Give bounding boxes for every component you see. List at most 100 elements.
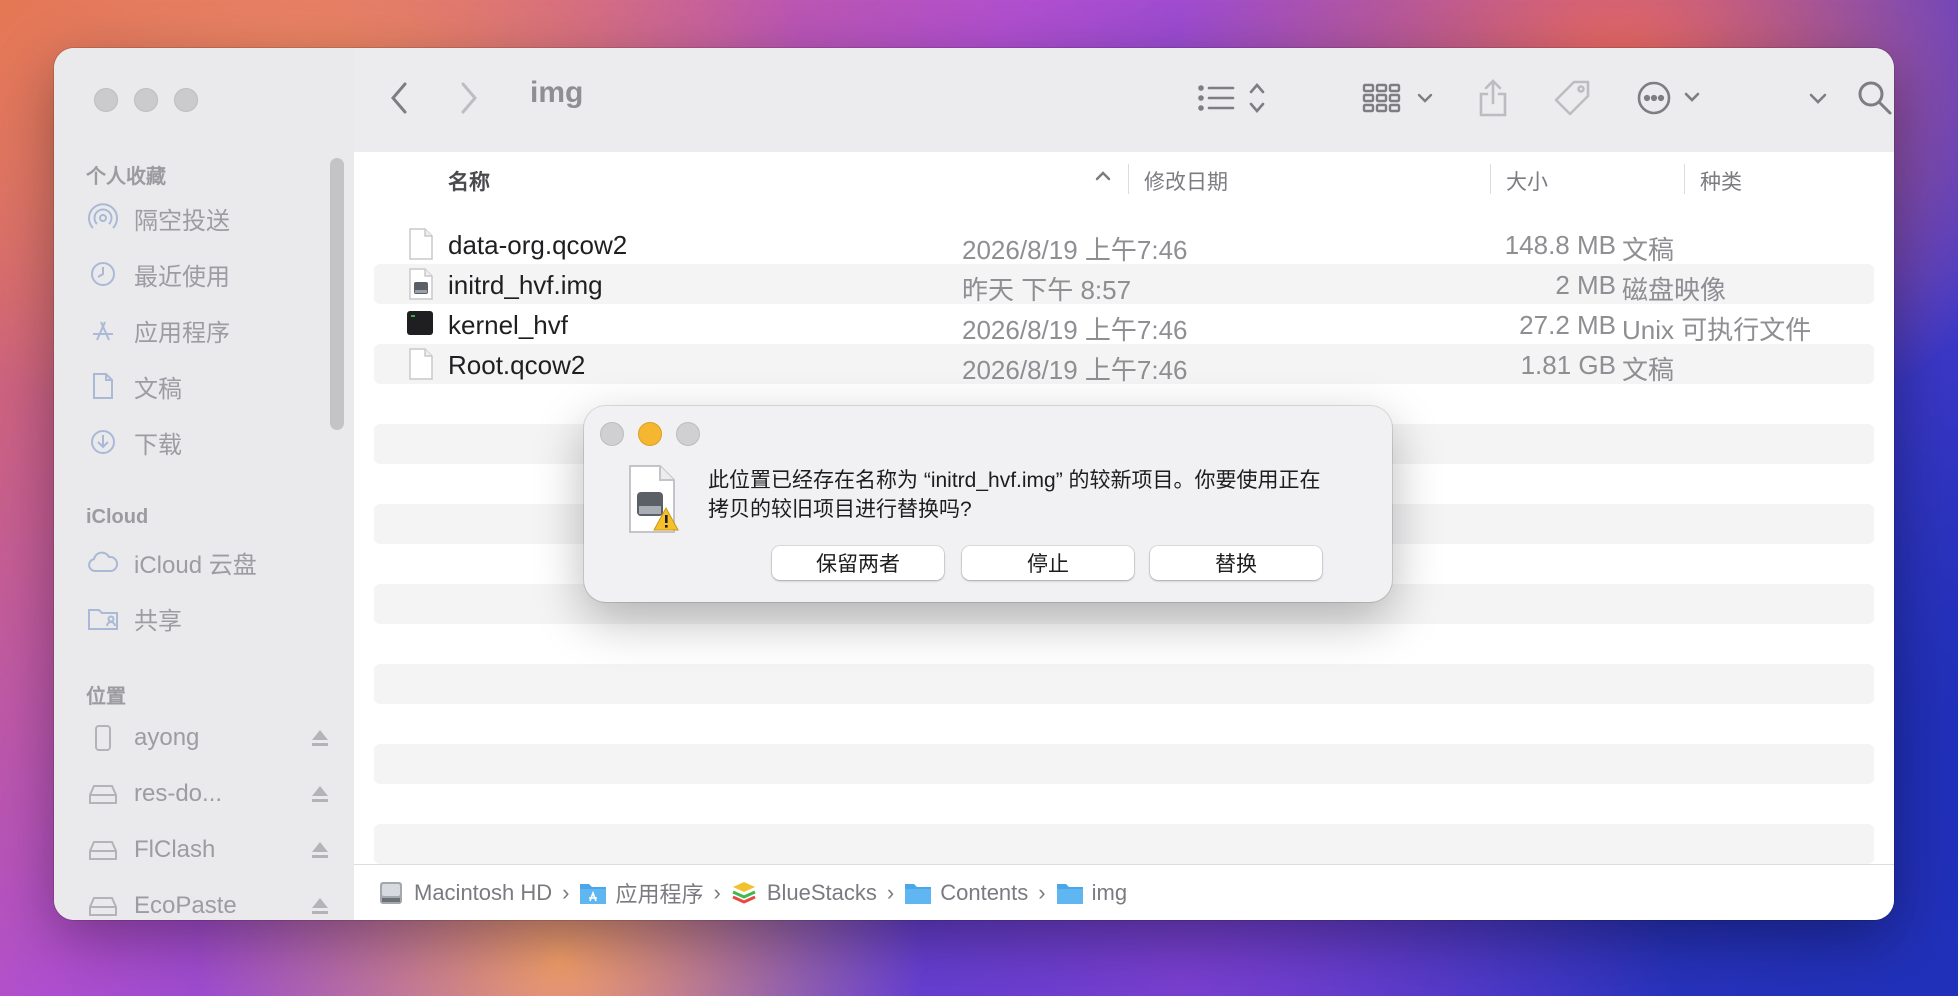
back-button[interactable] [384,78,414,122]
file-kind: Unix 可执行文件 [1622,315,1812,345]
ellipsis-circle-icon [1636,78,1706,123]
file-row[interactable]: kernel_hvf 2026/8/19 上午7:46 27.2 MB Unix… [374,304,1874,345]
eject-icon[interactable] [308,894,332,918]
sidebar-item-flclash[interactable]: FlClash [86,830,328,870]
path-item-img[interactable]: img [1056,880,1127,906]
path-item-label: 应用程序 [615,881,704,907]
list-view-icon [1196,80,1270,121]
sidebar-item-res-do[interactable]: res-do... [86,774,328,814]
column-header-size[interactable]: 大小 [1506,166,1548,196]
file-size: 148.8 MB [1504,230,1616,260]
terminal-icon [406,310,434,342]
dialog-message: 此位置已经存在名称为 “initrd_hvf.img” 的较新项目。你要使用正在… [708,466,1376,524]
path-item-label: Macintosh HD [414,879,553,905]
column-divider[interactable] [1684,164,1685,194]
file-date: 2026/8/19 上午7:46 [962,315,1188,345]
airdrop-icon [86,201,120,235]
column-divider[interactable] [1490,164,1491,194]
tag-button[interactable] [1552,78,1592,122]
sidebar-scrollbar[interactable] [330,158,344,430]
sidebar-item-label: 共享 [134,607,182,635]
eject-icon[interactable] [308,838,332,862]
sidebar-item-ecopaste[interactable]: EcoPaste [86,886,328,920]
view-list-button[interactable] [1196,78,1270,122]
dialog-close-button[interactable] [600,422,624,446]
applications-icon [86,313,120,347]
sidebar-item-downloads[interactable]: 下载 [86,422,182,462]
empty-row-stripe [374,744,1874,784]
dialog-minimize-button[interactable] [638,422,662,446]
more-actions-button[interactable] [1636,78,1706,122]
document-icon [86,369,120,403]
dialog-message-line: 拷贝的较旧项目进行替换吗? [708,498,972,521]
blank-document-icon [408,348,434,380]
close-window-button[interactable] [94,88,118,112]
toolbar-overflow-button[interactable] [1806,78,1830,122]
stop-button[interactable]: 停止 [962,546,1134,580]
sidebar-item-label: 最近使用 [134,263,230,291]
eject-icon[interactable] [308,726,332,750]
sidebar-item-applications[interactable]: 应用程序 [86,310,230,350]
hard-drive-icon [378,881,406,905]
sidebar-item-icloud-drive[interactable]: iCloud 云盘 [86,542,257,582]
chevron-right-icon: › [1038,879,1046,905]
column-header-date[interactable]: 修改日期 [1144,166,1228,196]
share-button[interactable] [1476,78,1510,122]
column-header-name[interactable]: 名称 [448,166,490,196]
path-item-bluestacks[interactable]: BlueStacks › [731,880,904,906]
tag-icon [1552,78,1592,123]
folder-icon [1056,881,1084,905]
forward-button[interactable] [454,78,484,122]
sidebar-item-documents[interactable]: 文稿 [86,366,182,406]
file-kind: 文稿 [1622,235,1675,265]
eject-icon[interactable] [308,782,332,806]
sidebar-item-label: iCloud 云盘 [134,551,257,579]
drive-icon [86,889,120,920]
sidebar-item-label: FlClash [134,836,216,863]
sidebar-item-label: res-do... [134,780,223,807]
column-divider[interactable] [1128,164,1129,194]
sidebar-item-shared[interactable]: 共享 [86,598,182,638]
sidebar-section-locations: 位置 [86,686,126,708]
zoom-window-button[interactable] [174,88,198,112]
file-row[interactable]: data-org.qcow2 2026/8/19 上午7:46 148.8 MB… [374,224,1874,265]
path-item-contents[interactable]: Contents › [904,880,1055,906]
sidebar-item-airdrop[interactable]: 隔空投送 [86,198,230,238]
file-size: 27.2 MB [1519,310,1616,340]
sort-ascending-icon[interactable] [1094,164,1112,194]
path-item-applications[interactable]: 应用程序 › [579,877,730,909]
sidebar-item-ayong[interactable]: ayong [86,718,328,758]
chevron-right-icon: › [886,879,895,905]
search-button[interactable] [1856,78,1894,122]
replace-button[interactable]: 替换 [1150,546,1322,580]
path-bar: Macintosh HD › 应用程序 › BlueStacks › Conte… [354,864,1894,920]
shared-folder-icon [86,601,120,635]
window-title: img [530,76,584,109]
file-row[interactable]: Root.qcow2 2026/8/19 上午7:46 1.81 GB 文稿 [374,344,1874,385]
toolbar: img [354,48,1894,153]
keep-both-button[interactable]: 保留两者 [772,546,944,580]
folder-icon [904,881,932,905]
replace-dialog: 此位置已经存在名称为 “initrd_hvf.img” 的较新项目。你要使用正在… [584,406,1392,602]
sidebar-item-label: 应用程序 [134,319,230,347]
sidebar-section-icloud: iCloud [86,506,149,528]
window-controls [94,88,198,112]
search-icon [1856,79,1894,122]
sidebar-item-recents[interactable]: 最近使用 [86,254,230,294]
file-row[interactable]: initrd_hvf.img 昨天 下午 8:57 2 MB 磁盘映像 [374,264,1874,305]
file-name: kernel_hvf [448,310,568,340]
file-kind: 文稿 [1622,355,1675,385]
minimize-window-button[interactable] [134,88,158,112]
sidebar-item-label: ayong [134,724,200,751]
column-header-kind[interactable]: 种类 [1700,166,1742,196]
dialog-zoom-button[interactable] [676,422,700,446]
disk-image-icon [408,268,434,300]
path-item-macintosh-hd[interactable]: Macintosh HD › [378,880,579,906]
disk-image-warning-icon [624,464,682,536]
group-button[interactable] [1362,78,1436,122]
grid-icon [1362,80,1436,121]
sidebar-item-label: 隔空投送 [134,207,230,235]
blank-document-icon [408,228,434,260]
dialog-message-line: 此位置已经存在名称为 “initrd_hvf.img” 的较新项目。你要使用正在 [708,469,1321,492]
sidebar: 个人收藏 隔空投送 最近使用 应用程序 文稿 下载 iCloud iCloud … [54,48,355,920]
